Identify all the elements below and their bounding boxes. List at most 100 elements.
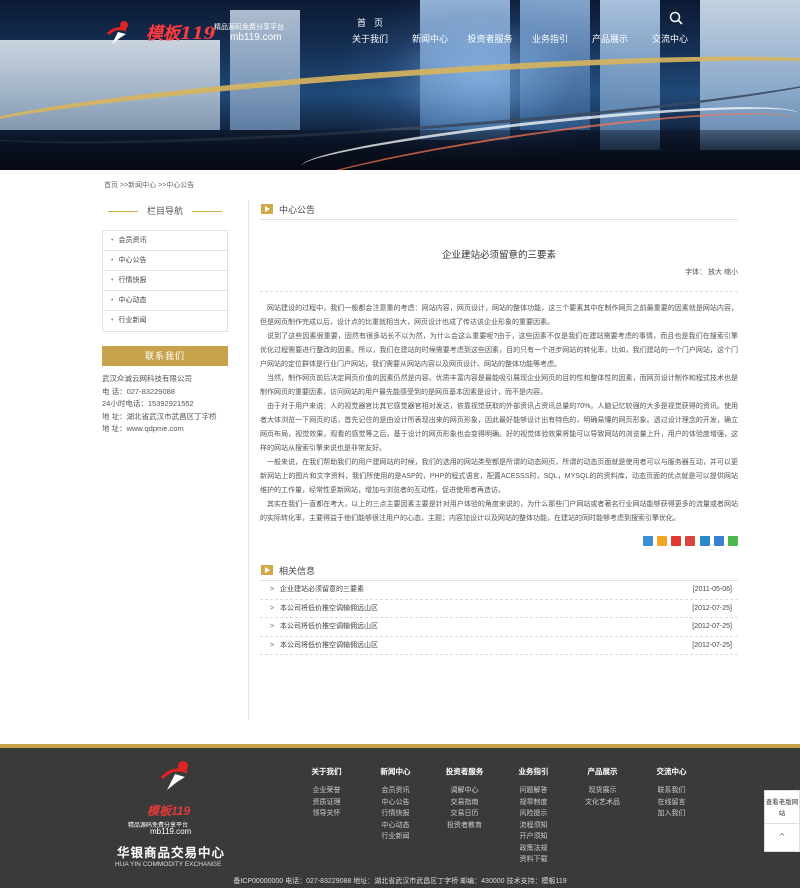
breadcrumb[interactable]: 首页 >>新闻中心 >>中心公告 — [104, 180, 194, 190]
article-paragraph: 由于对于用户来说：人的视觉器官比其它感觉器官相对发达，依靠视觉获取的外部资讯占资… — [260, 403, 738, 452]
footer-link[interactable]: 资料下载 — [499, 854, 568, 866]
footer-link[interactable]: 中心动态 — [361, 820, 430, 832]
runner-logo-icon — [112, 758, 242, 800]
footer-col-head[interactable]: 关于我们 — [292, 766, 361, 777]
footer-link[interactable]: 领导关怀 — [292, 808, 361, 820]
footer-col-exchange: 交流中心 联系我们 在线留言 加入我们 — [637, 766, 706, 866]
footer-link[interactable]: 企业荣誉 — [292, 785, 361, 797]
footer-col-investor: 投资者服务 调解中心 交易指南 交易日历 投资者教育 — [430, 766, 499, 866]
article-body: 网站建设的过程中，我们一般都会注意重的考虑：网站内容，网页设计，网站的整体功能，… — [260, 302, 738, 526]
sidebar-item-center-news[interactable]: 中心动态 — [103, 291, 227, 311]
list-item[interactable]: 本公司将低价推空调输佣远山区 [2012-07-25] — [260, 618, 738, 637]
footer-link[interactable]: 问题解答 — [499, 785, 568, 797]
footer-link[interactable]: 开户须知 — [499, 831, 568, 843]
nav-item-label — [460, 14, 520, 32]
section-title: 中心公告 — [279, 205, 316, 215]
hero-banner: 模板119 精品源码免费分享平台 mb119.com 首页 关于我们 新闻中心 … — [0, 0, 800, 170]
nav-item-business[interactable]: 业务指引 — [520, 14, 580, 54]
footer-link[interactable]: 交易日历 — [430, 808, 499, 820]
site-logo[interactable]: 模板119 精品源码免费分享平台 mb119.com — [104, 18, 304, 50]
footer-link[interactable]: 中心公告 — [361, 797, 430, 809]
footer-logo[interactable]: 模板119 精品源码免费分享平台 mb119.com 华银商品交易中心 HUA … — [112, 758, 242, 868]
nav-item-label: 产品展示 — [591, 34, 628, 44]
footer-link[interactable]: 资质证理 — [292, 797, 361, 809]
share-plus-icon[interactable] — [642, 536, 653, 546]
nav-item-label: 关于我们 — [351, 34, 388, 44]
footer-col-news: 新闻中心 会员资讯 中心公告 行情快报 中心动态 行业新闻 — [361, 766, 430, 866]
font-shrink-link[interactable]: 缩小 — [724, 269, 738, 276]
nav-item-label: 新闻中心 — [411, 34, 448, 44]
related-list: 企业建站必须留意的三要素 [2011-05-06] 本公司将低价推空调输佣远山区… — [260, 581, 738, 655]
play-arrow-icon — [261, 204, 273, 214]
footer-link[interactable]: 流程须知 — [499, 820, 568, 832]
footer-link[interactable]: 政策法规 — [499, 843, 568, 855]
footer-link[interactable]: 行情快报 — [361, 808, 430, 820]
footer-link[interactable]: 调解中心 — [430, 785, 499, 797]
divider — [260, 291, 738, 292]
footer-link[interactable]: 联系我们 — [637, 785, 706, 797]
footer-link[interactable]: 风险提示 — [499, 808, 568, 820]
footer-link[interactable]: 现货展示 — [568, 785, 637, 797]
footer-col-head[interactable]: 业务指引 — [499, 766, 568, 777]
font-label: 字体： — [685, 269, 707, 276]
share-people-icon[interactable] — [713, 536, 724, 546]
list-item[interactable]: 企业建站必须留意的三要素 [2011-05-06] — [260, 581, 738, 600]
footer-link[interactable]: 会员资讯 — [361, 785, 430, 797]
nav-item-products[interactable]: 产品展示 — [580, 14, 640, 54]
footer-col-about: 关于我们 企业荣誉 资质证理 领导关怀 — [292, 766, 361, 866]
nav-item-investor[interactable]: 投资者服务 — [460, 14, 520, 54]
footer-link[interactable]: 在线留言 — [637, 797, 706, 809]
sidebar-title: 栏目导航 — [102, 200, 228, 222]
footer-link[interactable]: 投资者教育 — [430, 820, 499, 832]
logo-text: 模板119 — [146, 24, 216, 44]
footer-link[interactable]: 文化艺术品 — [568, 797, 637, 809]
play-arrow-icon — [261, 565, 273, 575]
sidebar-item-member-news[interactable]: 会员资讯 — [103, 231, 227, 251]
share-tencent-icon[interactable] — [699, 536, 710, 546]
sidebar-item-announcements[interactable]: 中心公告 — [103, 251, 227, 271]
footer-columns: 关于我们 企业荣誉 资质证理 领导关怀 新闻中心 会员资讯 中心公告 行情快报 … — [292, 766, 706, 866]
contact-header: 联系我们 — [102, 346, 228, 366]
main-nav: 首页 关于我们 新闻中心 投资者服务 业务指引 产品展示 交流中心 — [340, 14, 700, 54]
related-title: 相关信息 — [279, 566, 316, 576]
font-enlarge-link[interactable]: 放大 — [708, 269, 722, 276]
nav-item-label — [580, 14, 640, 32]
nav-item-label: 投资者服务 — [467, 34, 513, 44]
related-item-title: 本公司将低价推空调输佣远山区 — [280, 623, 378, 630]
share-qzone-icon[interactable] — [656, 536, 667, 546]
logo-tagline: 精品源码免费分享平台 — [214, 24, 284, 31]
footer-logo-domain: mb119.com — [150, 827, 192, 836]
contact-info: 武汉众诚云网科技有限公司 电 话：027-83229088 24小时电话：153… — [102, 373, 228, 436]
footer-link[interactable]: 行业新闻 — [361, 831, 430, 843]
nav-item-home[interactable]: 首页 关于我们 — [340, 14, 400, 54]
sidebar-item-industry-news[interactable]: 行业新闻 — [103, 311, 227, 331]
footer-col-head[interactable]: 新闻中心 — [361, 766, 430, 777]
sidebar-item-market-news[interactable]: 行情快报 — [103, 271, 227, 291]
footer-company-en: HUA YIN COMMODITY EXCHANGE — [115, 861, 222, 868]
footer-col-head[interactable]: 投资者服务 — [430, 766, 499, 777]
contact-line: 地 址：湖北省武汉市武昌区丁字桥 — [102, 411, 217, 421]
list-item[interactable]: 本公司将低价推空调输佣远山区 [2012-07-25] — [260, 600, 738, 618]
old-site-button[interactable]: 查看老版网站 — [764, 790, 800, 824]
section-header: 中心公告 — [260, 200, 738, 220]
footer-company-name: 华银商品交易中心 — [117, 846, 226, 860]
share-weibo-icon[interactable] — [671, 536, 682, 546]
font-size-control: 字体： 放大 缩小 — [260, 267, 738, 292]
share-wechat-icon[interactable] — [728, 536, 738, 546]
search-icon[interactable] — [668, 10, 684, 26]
related-item-title: 本公司将低价推空调输佣远山区 — [280, 604, 378, 612]
footer-link[interactable]: 交易指南 — [430, 797, 499, 809]
footer-col-head[interactable]: 交流中心 — [637, 766, 706, 777]
nav-item-label — [400, 14, 460, 32]
nav-item-label: 业务指引 — [531, 34, 568, 44]
related-item-date: [2012-07-25] — [692, 641, 732, 649]
footer-link[interactable]: 加入我们 — [637, 808, 706, 820]
back-to-top-button[interactable]: ⌃ — [764, 824, 800, 852]
share-renren-icon[interactable] — [685, 536, 696, 546]
footer-link[interactable]: 规章制度 — [499, 797, 568, 809]
contact-line: 24小时电话：15392921552 — [102, 399, 194, 409]
main-content: 中心公告 企业建站必须留意的三要素 字体： 放大 缩小 网站建设的过程中，我们一… — [260, 200, 738, 655]
list-item[interactable]: 本公司将低价推空调输佣远山区 [2012-07-25] — [260, 637, 738, 655]
nav-item-news[interactable]: 新闻中心 — [400, 14, 460, 54]
footer-col-head[interactable]: 产品展示 — [568, 766, 637, 777]
